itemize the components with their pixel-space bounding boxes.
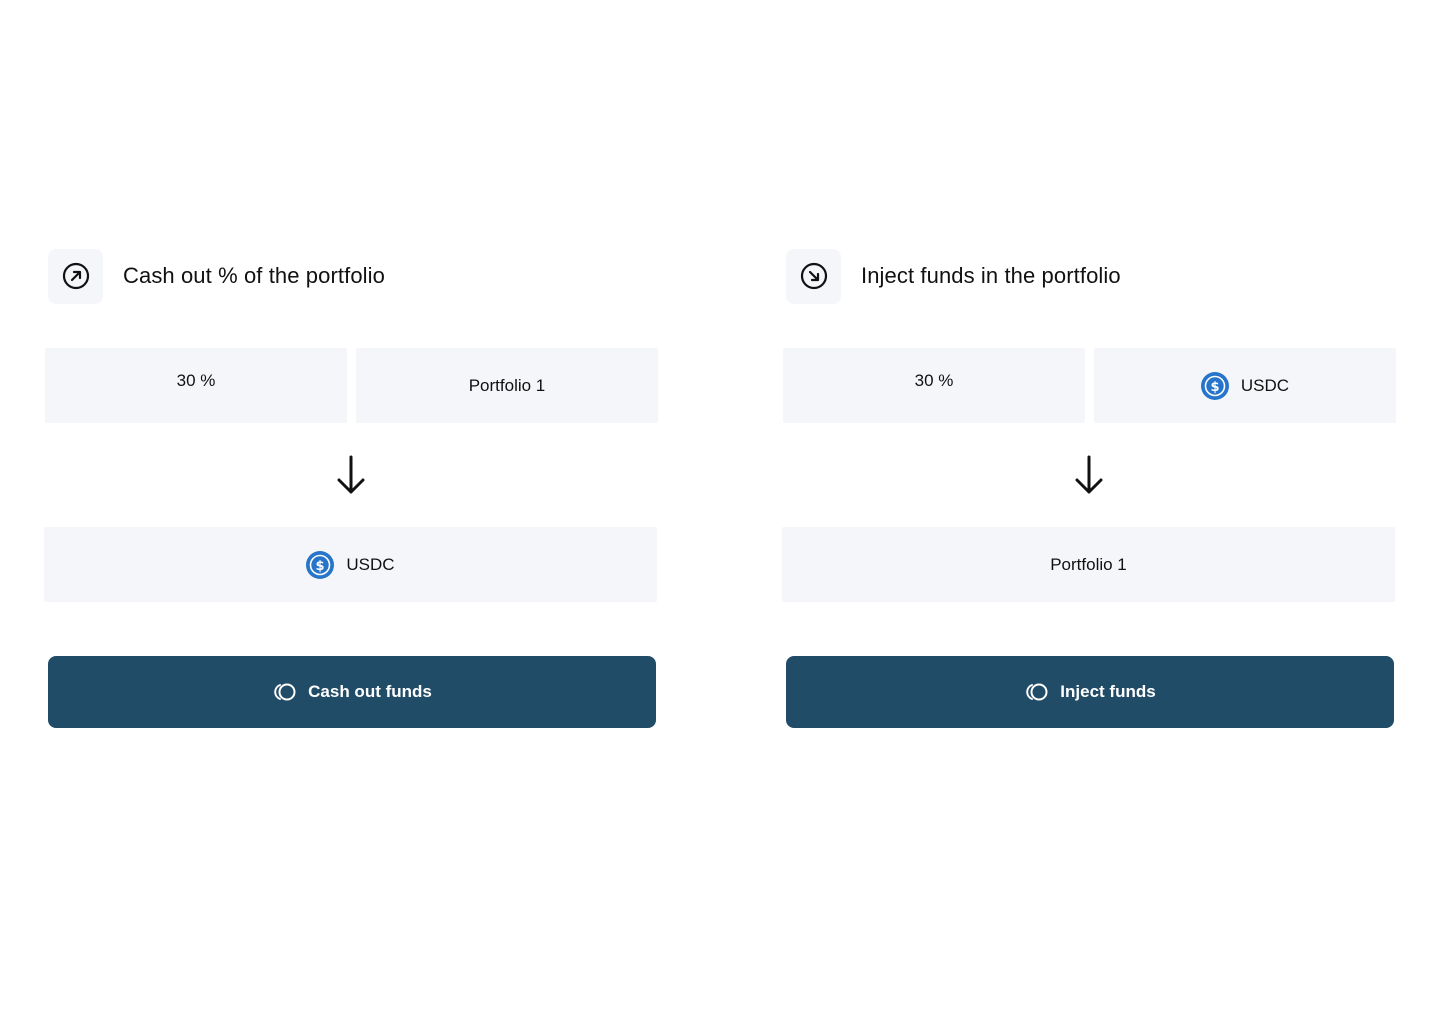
svg-text:$: $ xyxy=(1210,380,1219,395)
cash-out-percent-value: 30 % xyxy=(176,371,216,390)
cash-out-portfolio-select[interactable]: Portfolio 1 xyxy=(356,348,658,423)
coins-icon xyxy=(274,683,296,701)
inject-title: Inject funds in the portfolio xyxy=(861,263,1121,288)
cash-out-inputs: 30 % Portfolio 1 xyxy=(45,348,658,423)
arrow-up-right-circle-icon xyxy=(48,248,103,304)
inject-percent-field[interactable]: 30 % xyxy=(783,348,1085,423)
arrow-down-right-circle-icon xyxy=(786,248,841,304)
inject-portfolio-label: Portfolio 1 xyxy=(1050,555,1127,574)
inject-portfolio-select[interactable]: Portfolio 1 xyxy=(782,527,1395,602)
cash-out-currency-select[interactable]: $ USDC xyxy=(44,527,657,602)
inject-currency-select[interactable]: $ USDC xyxy=(1094,348,1396,423)
inject-currency-label: USDC xyxy=(1240,376,1290,395)
cash-out-percent-field[interactable]: 30 % xyxy=(45,348,347,423)
usdc-icon: $ xyxy=(1200,371,1229,400)
coins-icon xyxy=(1026,683,1048,701)
cash-out-funds-button[interactable]: Cash out funds xyxy=(48,656,656,728)
svg-text:$: $ xyxy=(316,559,325,574)
inject-funds-label: Inject funds xyxy=(1060,682,1156,701)
cash-out-funds-label: Cash out funds xyxy=(308,682,432,701)
inject-inputs: 30 % $ USDC xyxy=(783,348,1396,423)
usdc-icon: $ xyxy=(306,550,335,579)
inject-percent-value: 30 % xyxy=(914,371,954,390)
inject-funds-button[interactable]: Inject funds xyxy=(786,656,1394,728)
cash-out-header: Cash out % of the portfolio xyxy=(48,248,658,304)
inject-panel: Inject funds in the portfolio 30 % $ USD… xyxy=(782,248,1396,728)
cash-out-panel: Cash out % of the portfolio 30 % Portfol… xyxy=(44,248,658,728)
arrow-down-icon xyxy=(782,423,1395,527)
cash-out-title: Cash out % of the portfolio xyxy=(123,263,385,288)
arrow-down-icon xyxy=(44,423,657,527)
cash-out-currency-label: USDC xyxy=(346,555,395,574)
cash-out-portfolio-label: Portfolio 1 xyxy=(468,376,546,395)
inject-header: Inject funds in the portfolio xyxy=(786,248,1396,304)
